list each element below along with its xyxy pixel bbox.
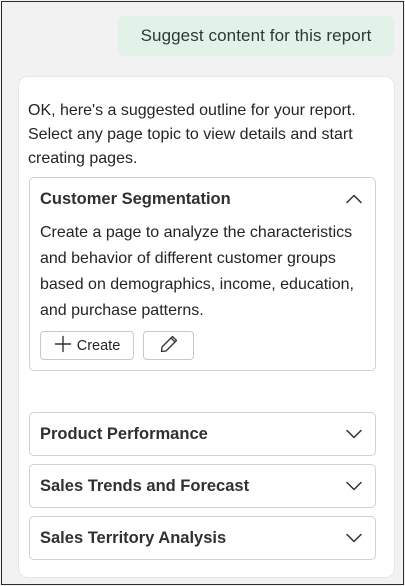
topic-actions: Create xyxy=(40,331,365,360)
topic-header[interactable]: Customer Segmentation xyxy=(30,178,375,220)
topic-sales-trends-forecast: Sales Trends and Forecast xyxy=(29,464,376,508)
topic-title: Sales Trends and Forecast xyxy=(40,476,250,495)
user-message-text: Suggest content for this report xyxy=(140,26,372,45)
topic-title: Customer Segmentation xyxy=(40,189,231,208)
user-message-bubble: Suggest content for this report xyxy=(118,16,394,56)
pencil-icon xyxy=(159,334,179,358)
copilot-pane: Suggest content for this report OK, here… xyxy=(1,1,404,585)
topic-title: Product Performance xyxy=(40,424,208,443)
topic-title: Sales Territory Analysis xyxy=(40,528,227,547)
topic-description: Create a page to analyze the characteris… xyxy=(40,224,354,319)
topic-header[interactable]: Sales Trends and Forecast xyxy=(30,465,375,507)
chevron-up-icon[interactable] xyxy=(345,190,363,208)
topic-sales-territory-analysis: Sales Territory Analysis xyxy=(29,516,376,560)
chevron-down-icon[interactable] xyxy=(345,477,363,495)
plus-icon xyxy=(54,335,72,357)
create-page-button[interactable]: Create xyxy=(40,331,134,360)
topic-customer-segmentation: Customer Segmentation Create a page to a… xyxy=(29,177,376,371)
response-intro: OK, here's a suggested outline for your … xyxy=(28,102,356,167)
topic-header[interactable]: Sales Territory Analysis xyxy=(30,517,375,559)
edit-button[interactable] xyxy=(143,331,194,360)
topic-product-performance: Product Performance xyxy=(29,412,376,456)
response-card: OK, here's a suggested outline for your … xyxy=(18,76,395,578)
topic-body: Create a page to analyze the characteris… xyxy=(30,220,375,370)
chevron-down-icon[interactable] xyxy=(345,425,363,443)
chevron-down-icon[interactable] xyxy=(345,529,363,547)
topic-header[interactable]: Product Performance xyxy=(30,413,375,455)
create-button-label: Create xyxy=(76,337,121,354)
